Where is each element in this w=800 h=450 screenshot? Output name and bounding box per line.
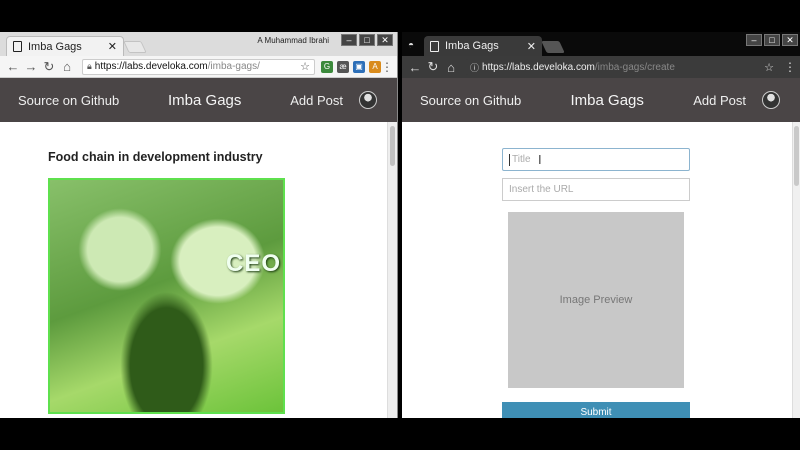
menu-dots-icon[interactable]: ⋮ [381, 60, 393, 74]
reload-icon[interactable]: ↻ [40, 59, 58, 75]
scrollbar-thumb[interactable] [794, 126, 799, 186]
scrollbar-thumb[interactable] [390, 126, 395, 166]
url-host: https://labs.develoka.com [94, 61, 208, 72]
post-title: Food chain in development industry [48, 150, 263, 164]
maximize-icon[interactable]: □ [764, 34, 780, 46]
feed-content: Food chain in development industry CEO [0, 122, 387, 418]
close-icon[interactable]: ✕ [527, 40, 536, 53]
page-icon [430, 40, 439, 52]
minimize-icon[interactable]: – [746, 34, 762, 46]
profile-name[interactable]: A Muhammad Ibrahi [257, 36, 329, 45]
text-caret [509, 153, 510, 166]
lock-icon: ⓘ [470, 62, 480, 73]
create-post-form: Title I Insert the URL Image Preview Sub… [402, 122, 792, 418]
brand-link[interactable]: Imba Gags [168, 92, 241, 109]
extension-icon[interactable]: ▣ [353, 60, 365, 73]
new-tab-button[interactable] [123, 41, 147, 53]
new-tab-button[interactable] [541, 41, 565, 53]
source-on-github-link[interactable]: Source on Github [18, 93, 119, 108]
star-icon[interactable]: ☆ [296, 60, 310, 73]
star-icon[interactable]: ☆ [760, 61, 774, 74]
reload-icon[interactable]: ↻ [424, 59, 442, 75]
close-window-icon[interactable]: ✕ [782, 34, 798, 46]
url-path: /imba-gags/ [207, 61, 260, 72]
avatar[interactable] [761, 91, 780, 109]
back-arrow-icon[interactable]: ← [4, 59, 22, 74]
back-arrow-icon[interactable]: ← [406, 60, 424, 75]
home-icon[interactable]: ⌂ [58, 59, 76, 74]
browser-toolbar: ← ↻ ⌂ ⓘ https://labs.develoka.com /imba-… [402, 56, 800, 78]
brand-link[interactable]: Imba Gags [571, 92, 644, 109]
close-icon[interactable]: ✕ [108, 40, 117, 53]
tab-imba-gags[interactable]: Imba Gags ✕ [6, 36, 124, 56]
page-icon [13, 41, 22, 52]
tab-strip: ◓ Imba Gags ✕ – □ ✕ [402, 32, 800, 56]
avatar[interactable] [358, 91, 377, 109]
address-bar[interactable]: 🔒︎ https://labs.develoka.com /imba-gags/… [82, 58, 315, 75]
extension-icons: G æ ▣ A [321, 60, 381, 73]
extension-icon[interactable]: A [369, 60, 381, 73]
forward-arrow-icon[interactable]: → [22, 59, 40, 74]
submit-button[interactable]: Submit [502, 402, 690, 418]
window-controls: – □ ✕ [341, 34, 393, 46]
title-placeholder: Title [512, 154, 531, 165]
window-controls: – □ ✕ [746, 34, 798, 46]
scrollbar[interactable] [387, 122, 397, 418]
app-navbar: Source on Github Imba Gags Add Post [0, 78, 397, 122]
app-navbar: Source on Github Imba Gags Add Post [402, 78, 800, 122]
image-preview-label: Image Preview [559, 294, 633, 306]
address-bar[interactable]: ⓘ https://labs.develoka.com /imba-gags/c… [466, 59, 778, 75]
add-post-link[interactable]: Add Post [290, 93, 343, 108]
url-host: https://labs.develoka.com [482, 61, 595, 73]
minimize-icon[interactable]: – [341, 34, 357, 46]
nav-right: Add Post [290, 91, 377, 109]
scrollbar[interactable] [792, 122, 800, 418]
url-path: /imba-gags/create [594, 61, 675, 73]
ibeam-cursor-icon: I [538, 152, 542, 167]
url-placeholder: Insert the URL [509, 184, 574, 195]
home-icon[interactable]: ⌂ [442, 60, 460, 75]
tab-title: Imba Gags [28, 40, 82, 53]
incognito-icon: ◓ [408, 40, 415, 51]
right-browser-window: ◓ Imba Gags ✕ – □ ✕ ← ↻ ⌂ ⓘ https://labs… [402, 32, 800, 418]
title-input[interactable]: Title [502, 148, 690, 171]
browser-toolbar: ← → ↻ ⌂ 🔒︎ https://labs.develoka.com /im… [0, 56, 397, 78]
extension-icon[interactable]: G [321, 60, 333, 73]
source-on-github-link[interactable]: Source on Github [420, 93, 521, 108]
url-input[interactable]: Insert the URL [502, 178, 690, 201]
post-image[interactable]: CEO [48, 178, 285, 414]
tab-strip: Imba Gags ✕ A Muhammad Ibrahi – □ ✕ [0, 32, 397, 56]
lock-icon: 🔒︎ [87, 61, 92, 71]
maximize-icon[interactable]: □ [359, 34, 375, 46]
image-caption: CEO [225, 250, 281, 277]
tab-title: Imba Gags [445, 40, 499, 52]
left-browser-window: Imba Gags ✕ A Muhammad Ibrahi – □ ✕ ← → … [0, 32, 398, 418]
image-preview: Image Preview [508, 212, 684, 388]
menu-dots-icon[interactable]: ⋮ [784, 60, 796, 74]
tab-imba-gags[interactable]: Imba Gags ✕ [424, 36, 542, 56]
close-window-icon[interactable]: ✕ [377, 34, 393, 46]
add-post-link[interactable]: Add Post [693, 93, 746, 108]
extension-icon[interactable]: æ [337, 60, 349, 73]
nav-right: Add Post [693, 91, 780, 109]
